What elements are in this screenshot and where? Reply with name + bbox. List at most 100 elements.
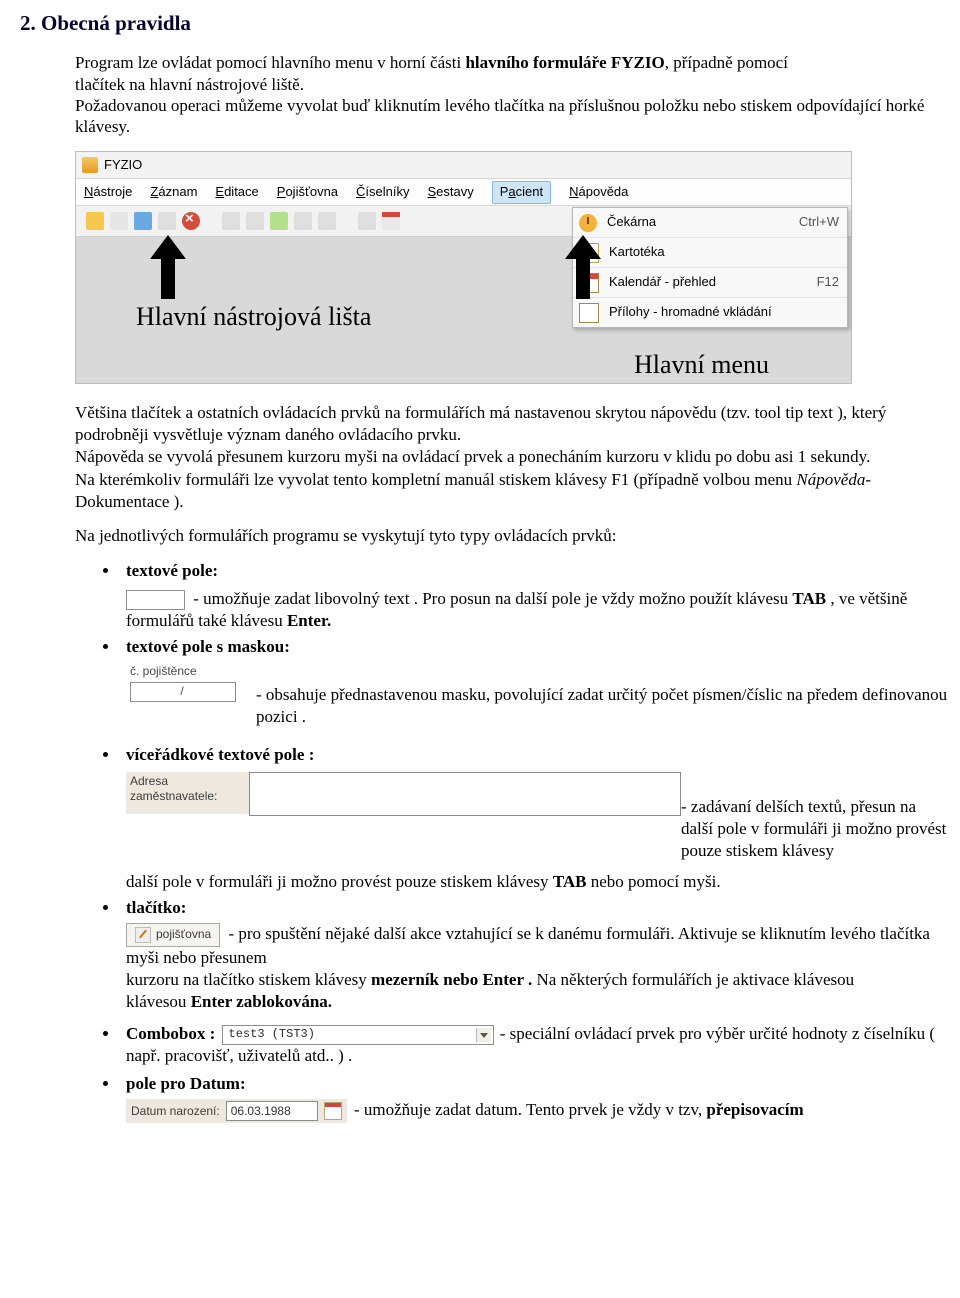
item-title: Combobox : — [126, 1024, 215, 1043]
dropdown-item-kalendar[interactable]: Kalendář - přehled F12 — [573, 268, 847, 298]
text: - umožňuje zadat datum. Tento prvek je v… — [354, 1100, 706, 1119]
annotation-menu: Hlavní menu — [634, 348, 769, 382]
text: tlačítek na hlavní nástrojové liště. — [75, 75, 304, 94]
dropdown-label: Kartotéka — [609, 244, 839, 261]
text: Program lze ovládat pomocí hlavního menu… — [75, 53, 465, 72]
toolbar-icon[interactable] — [246, 212, 264, 230]
text-bold: mezerník nebo Enter . — [371, 970, 532, 989]
item-textfield: textové pole: - umožňuje zadat libovolný… — [120, 560, 950, 632]
item-title: tlačítko: — [126, 898, 186, 917]
calendar-icon[interactable] — [324, 1102, 342, 1120]
attach-icon — [579, 303, 599, 323]
pencil-icon — [135, 927, 151, 943]
window-title: FYZIO — [104, 157, 142, 174]
date-value: 06.03.1988 — [231, 1104, 291, 1120]
item-title: textové pole: — [126, 561, 218, 580]
text-bold: hlavního formuláře FYZIO — [465, 53, 664, 72]
menu-nastroje[interactable]: Nástroje — [84, 184, 132, 201]
menu-zaznam[interactable]: Záznam — [150, 184, 197, 201]
arrow-icon — [563, 235, 603, 299]
clock-icon — [579, 214, 597, 232]
sample-text-input[interactable] — [126, 590, 185, 610]
sample-mask-field: č. pojištěnce / — [126, 662, 254, 704]
chevron-down-icon — [476, 1028, 491, 1042]
dropdown-label: Čekárna — [607, 214, 799, 231]
item-mask: textové pole s maskou: č. pojištěnce / -… — [120, 636, 950, 728]
annotation-toolbar: Hlavní nástrojová lišta — [136, 300, 376, 334]
combo-value: test3 (TST3) — [229, 1027, 315, 1043]
text: - obsahuje přednastavenou masku, povoluj… — [256, 684, 950, 728]
sample-combobox[interactable]: test3 (TST3) — [222, 1025, 494, 1045]
multiline-label: Adresa zaměstnavatele: — [126, 772, 249, 814]
text-bold: TAB — [553, 872, 587, 891]
paragraph-controls-intro: Na jednotlivých formulářích programu se … — [75, 525, 950, 546]
text-bold: Enter zablokována. — [191, 992, 332, 1011]
item-combobox: Combobox : test3 (TST3) - speciální ovlá… — [120, 1023, 950, 1067]
arrow-icon — [148, 235, 188, 299]
text: - zadávaní delších textů, přesun na dalš… — [681, 797, 946, 860]
text: - umožňuje zadat libovolný text . Pro po… — [193, 589, 792, 608]
text: Na některých formulářích je aktivace klá… — [532, 970, 854, 989]
menu-sestavy[interactable]: Sestavy — [428, 184, 474, 201]
date-label: Datum narození: — [131, 1104, 220, 1120]
toolbar-close-icon[interactable] — [182, 212, 200, 230]
toolbar-icon[interactable] — [318, 212, 336, 230]
item-title: pole pro Datum: — [126, 1074, 246, 1093]
dropdown-item-kartoteka[interactable]: Kartotéka — [573, 238, 847, 268]
item-date: pole pro Datum: Datum narození: 06.03.19… — [120, 1073, 950, 1123]
paragraph-tooltip: Většina tlačítek a ostatních ovládacích … — [75, 402, 950, 512]
text: klávesou — [126, 992, 191, 1011]
mask-value: / — [180, 684, 185, 700]
text: kurzoru na tlačítko stiskem klávesy — [126, 970, 371, 989]
text: Na kterémkoliv formuláři lze vyvolat ten… — [75, 470, 796, 489]
menu-pacient[interactable]: Pacient — [492, 181, 551, 204]
dropdown-shortcut: Ctrl+W — [799, 214, 839, 231]
dropdown-item-prilohy[interactable]: Přílohy - hromadné vkládání — [573, 298, 847, 327]
toolbar-icon[interactable] — [270, 212, 288, 230]
button-label: pojišťovna — [156, 927, 211, 943]
paragraph-intro: Program lze ovládat pomocí hlavního menu… — [75, 52, 950, 137]
text-bold: přepisovacím — [706, 1100, 803, 1119]
toolbar-icon[interactable] — [294, 212, 312, 230]
menu-ciselniky[interactable]: Číselníky — [356, 184, 409, 201]
text: Požadovanou operaci můžeme vyvolat buď k… — [75, 96, 924, 136]
sample-button[interactable]: pojišťovna — [126, 923, 220, 947]
text: Dokumentace ). — [75, 492, 184, 511]
menu-napoveda[interactable]: Nápověda — [569, 184, 628, 201]
toolbar-icon[interactable] — [358, 212, 376, 230]
date-input[interactable]: 06.03.1988 — [226, 1101, 318, 1121]
dropdown-item-cekarna[interactable]: Čekárna Ctrl+W — [573, 208, 847, 238]
multiline-textarea[interactable] — [249, 772, 681, 816]
toolbar-icon[interactable] — [134, 212, 152, 230]
text: , případně pomocí — [665, 53, 788, 72]
toolbar-icon[interactable] — [222, 212, 240, 230]
text: Většina tlačítek a ostatních ovládacích … — [75, 403, 886, 444]
menu-editace[interactable]: Editace — [215, 184, 258, 201]
toolbar-icon[interactable] — [86, 212, 104, 230]
text: Nápověda se vyvolá přesunem kurzoru myši… — [75, 447, 870, 466]
toolbar-icon[interactable] — [158, 212, 176, 230]
sample-date-field: Datum narození: 06.03.1988 — [126, 1099, 347, 1123]
dropdown-label: Přílohy - hromadné vkládání — [609, 304, 839, 321]
app-screenshot: FYZIO Nástroje Záznam Editace Pojišťovna… — [75, 151, 852, 384]
text: nebo pomocí myši. — [587, 872, 721, 891]
item-button: tlačítko: pojišťovna - pro spuštění něja… — [120, 897, 950, 1013]
dropdown-pacient: Čekárna Ctrl+W Kartotéka Kalendář - přeh… — [572, 207, 848, 328]
menu-pojistovna[interactable]: Pojišťovna — [277, 184, 338, 201]
mask-input[interactable]: / — [130, 682, 236, 702]
menubar: Nástroje Záznam Editace Pojišťovna Čísel… — [76, 179, 851, 206]
item-title: víceřádkové textové pole : — [126, 745, 314, 764]
toolbar-icon[interactable] — [110, 212, 128, 230]
item-title: textové pole s maskou: — [126, 637, 290, 656]
text-bold: TAB — [792, 589, 826, 608]
app-icon — [82, 157, 98, 173]
window-titlebar: FYZIO — [76, 152, 851, 179]
text-italic: Nápověda- — [796, 470, 871, 489]
text: další pole v formuláři ji možno provést … — [126, 872, 553, 891]
dropdown-shortcut: F12 — [817, 274, 839, 291]
item-multiline: víceřádkové textové pole : Adresa zaměst… — [120, 744, 950, 892]
text-bold: Enter. — [287, 611, 331, 630]
text: - pro spuštění nějaké další akce vztahuj… — [126, 924, 930, 967]
toolbar-calendar-icon[interactable] — [382, 212, 400, 230]
dropdown-label: Kalendář - přehled — [609, 274, 817, 291]
